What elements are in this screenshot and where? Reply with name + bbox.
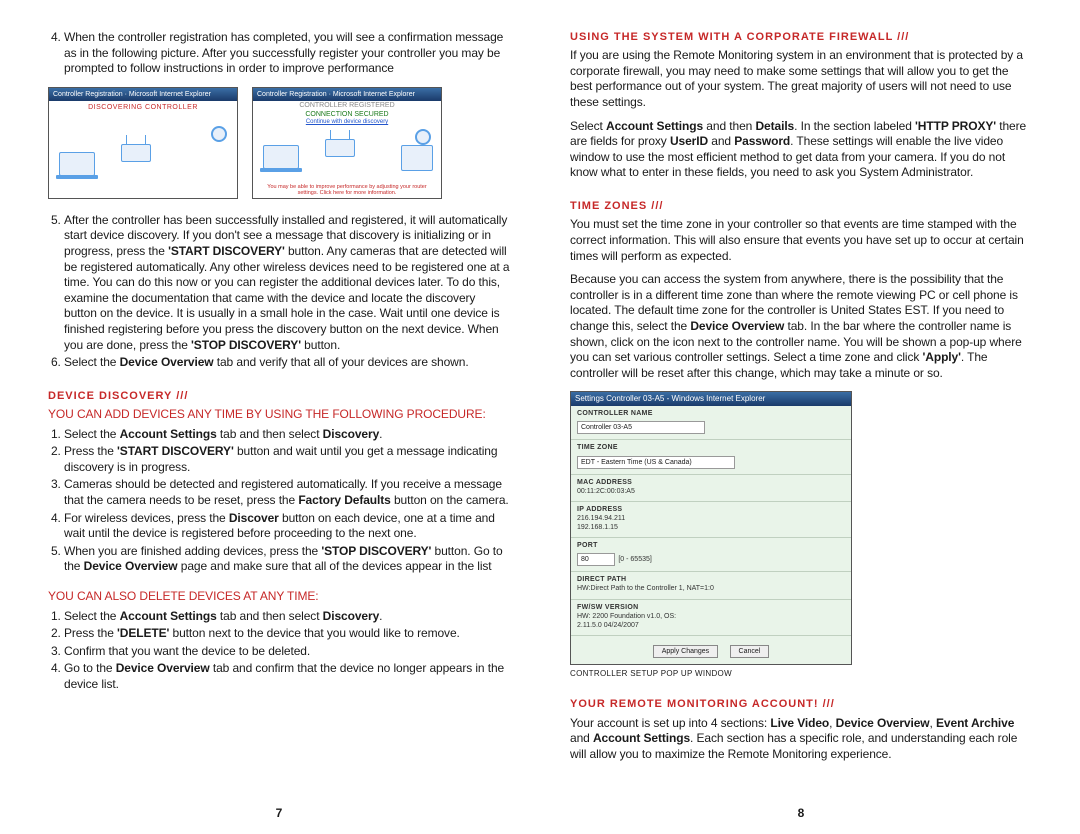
page-number-left: 7 xyxy=(48,806,510,824)
delete-device-steps: Select the Account Settings tab and then… xyxy=(48,609,510,693)
add-step-4: For wireless devices, press the Discover… xyxy=(64,511,510,542)
add-device-steps: Select the Account Settings tab and then… xyxy=(48,427,510,575)
lbl: DIRECT PATH xyxy=(577,575,845,584)
subhead-add-devices: YOU CAN ADD DEVICES ANY TIME BY USING TH… xyxy=(48,407,510,423)
add-step-3: Cameras should be detected and registere… xyxy=(64,477,510,508)
page-right: USING THE SYSTEM WITH A CORPORATE FIREWA… xyxy=(540,0,1080,834)
lbl: IP ADDRESS xyxy=(577,505,845,514)
lbl: MAC ADDRESS xyxy=(577,478,845,487)
fig2-titlebar: Controller Registration · Microsoft Inte… xyxy=(253,88,441,101)
fig2-footnote: You may be able to improve performance b… xyxy=(257,184,437,196)
figure-registered: Controller Registration · Microsoft Inte… xyxy=(252,87,442,199)
page-number-right: 8 xyxy=(570,806,1032,824)
add-step-1: Select the Account Settings tab and then… xyxy=(64,427,510,443)
del-step-3: Confirm that you want the device to be d… xyxy=(64,644,510,660)
heading-remote-account: YOUR REMOTE MONITORING ACCOUNT! /// xyxy=(570,697,1032,711)
fig1-caption: DISCOVERING CONTROLLER xyxy=(49,103,237,112)
row-time-zone: TIME ZONE EDT - Eastern Time (US & Canad… xyxy=(571,440,851,474)
settings-titlebar: Settings Controller 03-A5 - Windows Inte… xyxy=(571,392,851,406)
del-step-2: Press the 'DELETE' button next to the de… xyxy=(64,626,510,642)
fig2-body xyxy=(253,127,441,175)
row-direct-path: DIRECT PATH HW:Direct Path to the Contro… xyxy=(571,572,851,599)
controller-settings-window: Settings Controller 03-A5 - Windows Inte… xyxy=(570,391,852,665)
router-icon xyxy=(325,139,355,157)
val: 80 xyxy=(577,553,615,566)
row-controller-name: CONTROLLER NAME Controller 03-A5 xyxy=(571,406,851,440)
lbl: TIME ZONE xyxy=(577,443,845,452)
val: 216.194.94.211 192.168.1.15 xyxy=(577,514,845,532)
hint: [0 - 65535] xyxy=(618,556,651,563)
del-step-1: Select the Account Settings tab and then… xyxy=(64,609,510,625)
figure-discovering: Controller Registration · Microsoft Inte… xyxy=(48,87,238,199)
row-fw-sw: FW/SW VERSION HW: 2200 Foundation v1.0, … xyxy=(571,600,851,636)
two-page-spread: When the controller registration has com… xyxy=(0,0,1080,834)
acct-paragraph: Your account is set up into 4 sections: … xyxy=(570,716,1032,763)
val: HW: 2200 Foundation v1.0, OS: 2.11.5.0 0… xyxy=(577,612,845,630)
t: button. xyxy=(301,338,340,352)
camera-icon xyxy=(415,129,431,145)
row-port: PORT 80 [0 - 65535] xyxy=(571,538,851,572)
t: 'STOP DISCOVERY' xyxy=(191,338,301,352)
val: 00:11:2C:00:03:A5 xyxy=(577,487,845,496)
tz-paragraph-1: You must set the time zone in your contr… xyxy=(570,217,1032,264)
fig2-line2: CONNECTION SECURED xyxy=(253,110,441,119)
add-step-5: When you are finished adding devices, pr… xyxy=(64,544,510,575)
registration-steps-continued-2: After the controller has been successful… xyxy=(48,213,510,371)
settings-buttons: Apply Changes Cancel xyxy=(571,636,851,664)
heading-device-discovery: DEVICE DISCOVERY /// xyxy=(48,389,510,403)
step-6: Select the Device Overview tab and verif… xyxy=(64,355,510,371)
apply-button: Apply Changes xyxy=(653,645,718,658)
laptop-icon xyxy=(59,152,95,176)
fig2-link: Continue with device discovery xyxy=(253,119,441,127)
t: Select the xyxy=(64,355,120,369)
step-4: When the controller registration has com… xyxy=(64,30,510,77)
left-content: When the controller registration has com… xyxy=(48,30,510,703)
t: 'START DISCOVERY' xyxy=(168,244,285,258)
fw-paragraph-1: If you are using the Remote Monitoring s… xyxy=(570,48,1032,110)
add-step-2: Press the 'START DISCOVERY' button and w… xyxy=(64,444,510,475)
laptop-icon xyxy=(263,145,299,169)
figures-row: Controller Registration · Microsoft Inte… xyxy=(48,87,510,199)
camera-icon xyxy=(211,126,227,142)
tz-paragraph-2: Because you can access the system from a… xyxy=(570,272,1032,381)
t: Device Overview xyxy=(120,355,214,369)
lbl: PORT xyxy=(577,541,845,550)
lbl: FW/SW VERSION xyxy=(577,603,845,612)
heading-corporate-firewall: USING THE SYSTEM WITH A CORPORATE FIREWA… xyxy=(570,30,1032,44)
t: button. Any cameras that are detected wi… xyxy=(64,244,509,352)
fw-paragraph-2: Select Account Settings and then Details… xyxy=(570,119,1032,181)
row-ip: IP ADDRESS 216.194.94.211 192.168.1.15 xyxy=(571,502,851,538)
fig2-line1: CONTROLLER REGISTERED xyxy=(253,101,441,110)
settings-caption: CONTROLLER SETUP POP UP WINDOW xyxy=(570,669,1032,679)
page-left: When the controller registration has com… xyxy=(0,0,540,834)
row-mac: MAC ADDRESS 00:11:2C:00:03:A5 xyxy=(571,475,851,502)
cancel-button: Cancel xyxy=(730,645,770,658)
router-icon xyxy=(121,144,151,162)
lbl: CONTROLLER NAME xyxy=(577,409,845,418)
t: tab and verify that all of your devices … xyxy=(214,355,469,369)
right-content: USING THE SYSTEM WITH A CORPORATE FIREWA… xyxy=(570,30,1032,770)
val: HW:Direct Path to the Controller 1, NAT=… xyxy=(577,584,845,593)
fig1-body xyxy=(49,112,237,194)
server-icon xyxy=(401,145,433,171)
val: Controller 03-A5 xyxy=(577,421,705,434)
subhead-delete-devices: YOU CAN ALSO DELETE DEVICES AT ANY TIME: xyxy=(48,589,510,605)
registration-steps-continued: When the controller registration has com… xyxy=(48,30,510,77)
heading-time-zones: TIME ZONES /// xyxy=(570,199,1032,213)
del-step-4: Go to the Device Overview tab and confir… xyxy=(64,661,510,692)
fig1-titlebar: Controller Registration · Microsoft Inte… xyxy=(49,88,237,101)
step-5: After the controller has been successful… xyxy=(64,213,510,353)
val: EDT - Eastern Time (US & Canada) xyxy=(577,456,735,469)
